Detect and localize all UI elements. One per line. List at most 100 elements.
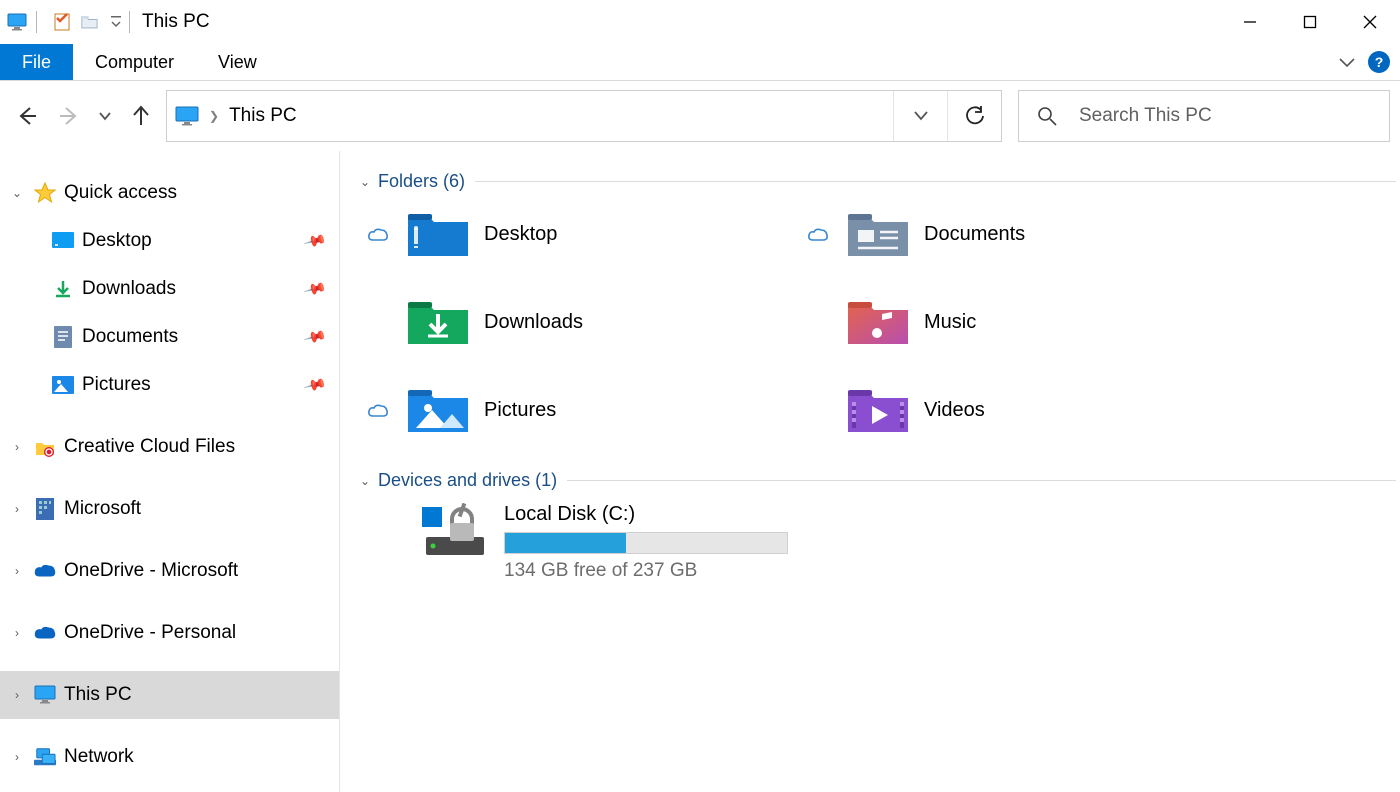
pin-icon: 📌	[303, 373, 328, 398]
videos-folder-icon	[846, 384, 910, 436]
sidebar-label: Quick access	[64, 182, 177, 204]
folder-label: Downloads	[484, 311, 583, 334]
sidebar-item-creative-cloud[interactable]: › Creative Cloud Files	[0, 423, 339, 471]
folder-item-desktop[interactable]: Desktop	[364, 204, 804, 264]
sidebar-label: OneDrive - Microsoft	[64, 560, 238, 582]
documents-folder-icon	[846, 208, 910, 260]
new-folder-qat-icon[interactable]	[81, 11, 103, 33]
navigation-toolbar: ❯ This PC	[0, 81, 1400, 151]
sidebar-item-pictures[interactable]: Pictures 📌	[0, 361, 339, 409]
window-title: This PC	[142, 11, 210, 33]
navigation-pane: ⌄ Quick access Desktop 📌 Downloads 📌 Doc…	[0, 151, 340, 792]
titlebar-divider	[129, 11, 130, 33]
cloud-status-icon	[804, 226, 832, 242]
group-header-folders[interactable]: ⌄ Folders (6)	[352, 171, 1400, 192]
titlebar-divider	[36, 11, 37, 33]
cloud-status-icon	[364, 226, 392, 242]
refresh-button[interactable]	[947, 91, 1001, 141]
sidebar-label: This PC	[64, 684, 132, 706]
address-dropdown-button[interactable]	[893, 91, 947, 141]
divider	[475, 181, 1396, 182]
address-bar[interactable]: ❯ This PC	[166, 90, 1002, 142]
qat-dropdown-icon[interactable]	[111, 15, 121, 29]
sidebar-label: Microsoft	[64, 498, 141, 520]
documents-icon	[52, 326, 74, 348]
pictures-icon	[52, 374, 74, 396]
sidebar-item-this-pc[interactable]: › This PC	[0, 671, 339, 719]
folder-item-music[interactable]: Music	[804, 292, 1244, 352]
expand-toggle-icon[interactable]: ›	[0, 750, 34, 764]
breadcrumb-location[interactable]: This PC	[229, 105, 297, 127]
drive-free-text: 134 GB free of 237 GB	[504, 560, 788, 582]
address-this-pc-icon	[175, 105, 199, 127]
desktop-folder-icon	[406, 208, 470, 260]
network-icon	[34, 746, 56, 768]
search-icon	[1037, 106, 1057, 126]
folder-label: Videos	[924, 399, 985, 422]
sidebar-item-onedrive-personal[interactable]: › OneDrive - Personal	[0, 609, 339, 657]
folder-item-videos[interactable]: Videos	[804, 380, 1244, 440]
breadcrumb-chevron-icon[interactable]: ❯	[209, 109, 219, 123]
music-folder-icon	[846, 296, 910, 348]
downloads-folder-icon	[406, 296, 470, 348]
star-icon	[34, 182, 56, 204]
sidebar-label: Downloads	[82, 278, 176, 300]
sidebar-label: OneDrive - Personal	[64, 622, 236, 644]
forward-button[interactable]	[52, 96, 86, 136]
ribbon-tab-file[interactable]: File	[0, 44, 73, 80]
drive-usage-fill	[505, 533, 626, 553]
group-title: Devices and drives (1)	[378, 470, 557, 491]
group-title: Folders (6)	[378, 171, 465, 192]
ribbon-tab-view[interactable]: View	[196, 44, 279, 80]
drive-usage-bar	[504, 532, 788, 554]
onedrive-icon	[34, 622, 56, 644]
expand-toggle-icon[interactable]: ›	[0, 688, 34, 702]
sidebar-item-onedrive-microsoft[interactable]: › OneDrive - Microsoft	[0, 547, 339, 595]
onedrive-icon	[34, 560, 56, 582]
properties-qat-icon[interactable]	[51, 11, 73, 33]
sidebar-item-downloads[interactable]: Downloads 📌	[0, 265, 339, 313]
sidebar-label: Pictures	[82, 374, 151, 396]
back-button[interactable]	[10, 96, 44, 136]
folder-item-documents[interactable]: Documents	[804, 204, 1244, 264]
this-pc-icon	[34, 684, 56, 706]
group-header-drives[interactable]: ⌄ Devices and drives (1)	[352, 470, 1400, 491]
expand-toggle-icon[interactable]: ›	[0, 564, 34, 578]
folder-label: Music	[924, 311, 976, 334]
pictures-folder-icon	[406, 384, 470, 436]
expand-toggle-icon[interactable]: ⌄	[0, 186, 34, 200]
maximize-button[interactable]	[1280, 0, 1340, 44]
sidebar-item-microsoft[interactable]: › Microsoft	[0, 485, 339, 533]
search-input[interactable]	[1079, 105, 1389, 127]
drive-item-local-disk-c[interactable]: Local Disk (C:) 134 GB free of 237 GB	[420, 503, 1400, 582]
search-box[interactable]	[1018, 90, 1390, 142]
divider	[567, 480, 1396, 481]
sidebar-label: Creative Cloud Files	[64, 436, 235, 458]
ribbon-collapse-icon[interactable]	[1338, 56, 1356, 68]
sidebar-item-network[interactable]: › Network	[0, 733, 339, 781]
folder-item-downloads[interactable]: Downloads	[364, 292, 804, 352]
folder-label: Desktop	[484, 223, 557, 246]
recent-locations-dropdown[interactable]	[94, 96, 116, 136]
help-button[interactable]: ?	[1368, 51, 1390, 73]
pin-icon: 📌	[303, 229, 328, 254]
folder-item-pictures[interactable]: Pictures	[364, 380, 804, 440]
sidebar-label: Network	[64, 746, 134, 768]
up-button[interactable]	[124, 96, 158, 136]
minimize-button[interactable]	[1220, 0, 1280, 44]
title-bar: This PC	[0, 0, 1400, 44]
sidebar-label: Desktop	[82, 230, 152, 252]
close-button[interactable]	[1340, 0, 1400, 44]
drive-name: Local Disk (C:)	[504, 503, 788, 526]
building-icon	[34, 498, 56, 520]
sidebar-label: Documents	[82, 326, 178, 348]
expand-toggle-icon[interactable]: ›	[0, 440, 34, 454]
sidebar-item-desktop[interactable]: Desktop 📌	[0, 217, 339, 265]
sidebar-item-documents[interactable]: Documents 📌	[0, 313, 339, 361]
expand-toggle-icon[interactable]: ›	[0, 626, 34, 640]
ribbon-tabs: File Computer View ?	[0, 44, 1400, 81]
sidebar-quick-access[interactable]: ⌄ Quick access	[0, 169, 339, 217]
ribbon-tab-computer[interactable]: Computer	[73, 44, 196, 80]
downloads-icon	[52, 278, 74, 300]
expand-toggle-icon[interactable]: ›	[0, 502, 34, 516]
